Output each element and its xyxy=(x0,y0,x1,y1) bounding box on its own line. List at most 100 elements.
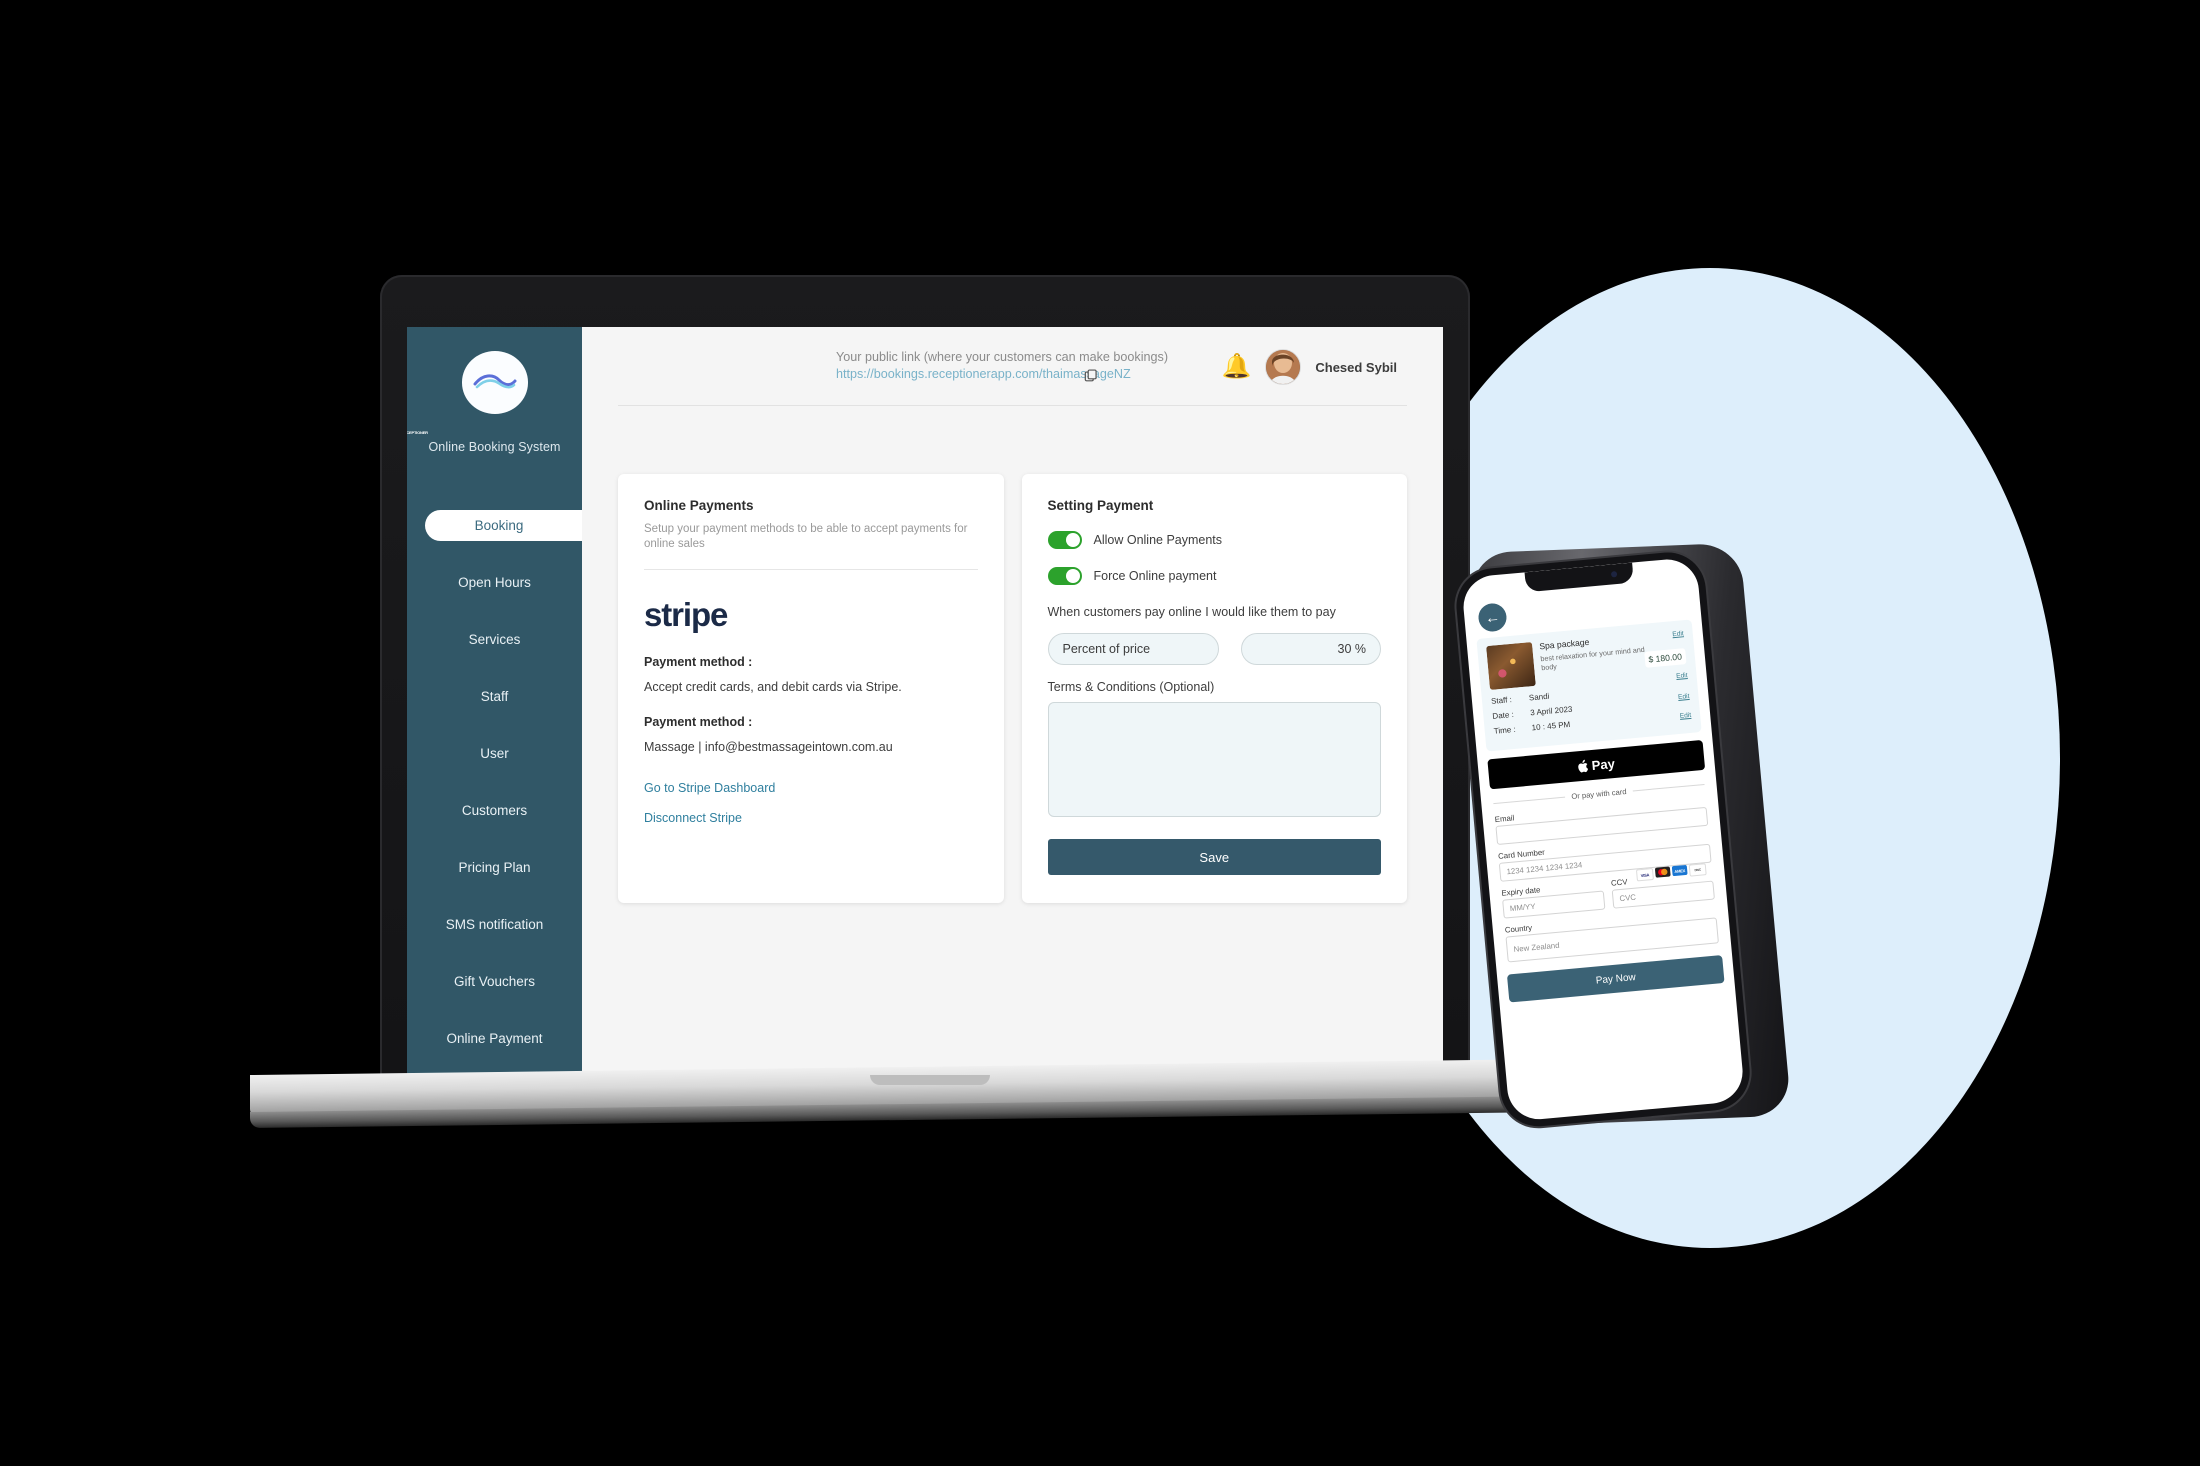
sidebar-item-label: SMS notification xyxy=(445,917,544,932)
visa-icon: VISA xyxy=(1635,867,1654,882)
avatar-image xyxy=(1266,350,1301,384)
edit-service-link[interactable]: Edit xyxy=(1672,630,1684,638)
terms-textarea[interactable] xyxy=(1047,702,1381,817)
topbar-right: 🔔 Chesed Sybil xyxy=(1221,349,1397,385)
sidebar-item-label: Gift Vouchers xyxy=(453,974,536,989)
sidebar-item-pricing-plan[interactable]: Pricing Plan xyxy=(407,852,582,883)
payment-method-value-1: Accept credit cards, and debit cards via… xyxy=(644,680,902,694)
booking-details: Staff : Sandi Date : 3 April 2023 Time :… xyxy=(1491,679,1692,736)
sidebar-item-label: Online Payment xyxy=(446,1031,543,1046)
pay-type-select[interactable]: Percent of price xyxy=(1047,633,1219,665)
back-arrow-icon[interactable]: ← xyxy=(1477,602,1508,633)
online-payments-card: Online Payments Setup your payment metho… xyxy=(618,474,1004,903)
payment-method-value-2: Massage | info@bestmassageintown.com.au xyxy=(644,740,893,754)
phone-screen: ← Spa package best relaxation for your m… xyxy=(1460,556,1746,1122)
card-number-placeholder: 1234 1234 1234 1234 xyxy=(1506,860,1583,877)
sidebar-item-label: Open Hours xyxy=(458,575,531,590)
force-online-payment-toggle[interactable] xyxy=(1047,567,1082,585)
app-sidebar: RECEPTIONER Online Booking System Bookin… xyxy=(407,327,583,1080)
app-main: Your public link (where your customers c… xyxy=(582,327,1443,1080)
amex-icon: AMEX xyxy=(1671,864,1688,877)
payment-hint: When customers pay online I would like t… xyxy=(1047,605,1336,619)
bell-icon[interactable]: 🔔 xyxy=(1221,355,1251,379)
date-value: 3 April 2023 xyxy=(1529,704,1573,718)
service-text-block: Spa package best relaxation for your min… xyxy=(1539,632,1651,686)
avatar[interactable] xyxy=(1265,349,1302,385)
sidebar-item-label: Booking xyxy=(474,518,524,533)
apple-pay-label: Pay xyxy=(1591,755,1616,773)
public-link-url[interactable]: https://bookings.receptionerapp.com/thai… xyxy=(836,366,1168,383)
mastercard-icon xyxy=(1654,866,1671,878)
pay-now-button[interactable]: Pay Now xyxy=(1506,955,1725,1003)
public-link-label: Your public link (where your customers c… xyxy=(836,350,1169,364)
edit-date-link[interactable]: Edit xyxy=(1678,693,1690,701)
stripe-logo: stripe xyxy=(644,596,728,633)
card-title: Setting Payment xyxy=(1047,498,1154,513)
phone-mockup: ← Spa package best relaxation for your m… xyxy=(1453,542,1792,1130)
divider xyxy=(644,569,978,570)
sidebar-item-services[interactable]: Services xyxy=(407,624,582,655)
laptop-screen: RECEPTIONER Online Booking System Bookin… xyxy=(407,327,1443,1080)
sidebar-item-label: User xyxy=(480,746,509,761)
sidebar-item-label: Pricing Plan xyxy=(458,860,531,875)
sidebar-item-sms-notification[interactable]: SMS notification xyxy=(407,909,582,940)
wave-logo-icon xyxy=(473,374,516,389)
links-row: Go to Stripe Dashboard Disconnect Stripe xyxy=(644,781,978,825)
discover-icon: DISC xyxy=(1688,863,1707,877)
sidebar-item-label: Customers xyxy=(461,803,528,818)
brand-subtitle: Online Booking System xyxy=(428,440,561,454)
laptop-mockup: RECEPTIONER Online Booking System Bookin… xyxy=(250,275,1598,1175)
laptop-trackpad-notch xyxy=(870,1075,990,1085)
user-name: Chesed Sybil xyxy=(1315,359,1397,375)
allow-online-payments-row: Allow Online Payments xyxy=(1047,531,1382,549)
toggle-knob xyxy=(1065,533,1080,547)
payment-method-label-1: Payment method : xyxy=(644,655,753,669)
edit-time-link[interactable]: Edit xyxy=(1680,712,1692,720)
sidebar-item-online-payment[interactable]: Online Payment xyxy=(407,1023,582,1054)
terms-label: Terms & Conditions (Optional) xyxy=(1047,680,1215,694)
sidebar-item-user[interactable]: User xyxy=(407,738,582,769)
apple-icon xyxy=(1578,759,1589,772)
card-title: Online Payments xyxy=(644,498,754,513)
mastercard-circles-icon xyxy=(1658,868,1668,876)
sidebar-item-customers[interactable]: Customers xyxy=(407,795,582,826)
public-link-block: Your public link (where your customers c… xyxy=(836,349,1168,383)
sidebar-item-label: Services xyxy=(468,632,521,647)
copy-icon[interactable] xyxy=(1084,369,1098,383)
brand-title: RECEPTIONER xyxy=(407,429,428,435)
toggle-label: Allow Online Payments xyxy=(1093,533,1223,547)
sidebar-item-label: Staff xyxy=(480,689,509,704)
payment-method-label-2: Payment method : xyxy=(644,715,753,729)
go-to-stripe-dashboard-link[interactable]: Go to Stripe Dashboard xyxy=(644,781,978,795)
phone-notch xyxy=(1524,562,1634,593)
staff-value: Sandi xyxy=(1528,691,1550,703)
booking-summary-card: Spa package best relaxation for your min… xyxy=(1476,619,1702,752)
phone-frame: ← Spa package best relaxation for your m… xyxy=(1453,549,1753,1130)
allow-online-payments-toggle[interactable] xyxy=(1047,531,1082,549)
cards-container: Online Payments Setup your payment metho… xyxy=(618,474,1407,903)
setting-payment-card: Setting Payment Allow Online Payments Fo… xyxy=(1021,474,1407,903)
pay-amount-input[interactable]: 30 % xyxy=(1240,633,1381,665)
sidebar-item-booking[interactable]: Booking xyxy=(425,510,583,541)
sidebar-item-open-hours[interactable]: Open Hours xyxy=(407,567,582,598)
time-value: 10 : 45 PM xyxy=(1531,719,1571,733)
sidebar-nav: Booking Open Hours Services Staff User C… xyxy=(407,510,583,1080)
time-label: Time : xyxy=(1493,724,1517,736)
toggle-label: Force Online payment xyxy=(1093,569,1217,583)
staff-label: Staff : xyxy=(1490,695,1513,706)
brand-logo xyxy=(461,351,528,414)
or-pay-label: Or pay with card xyxy=(1571,787,1627,802)
sidebar-item-staff[interactable]: Staff xyxy=(407,681,582,712)
disconnect-stripe-link[interactable]: Disconnect Stripe xyxy=(644,811,978,825)
payment-fields-row: Percent of price 30 % xyxy=(1047,633,1381,665)
service-thumbnail xyxy=(1486,641,1536,690)
sidebar-item-gift-vouchers[interactable]: Gift Vouchers xyxy=(407,966,582,997)
save-button[interactable]: Save xyxy=(1047,839,1381,875)
force-online-payment-row: Force Online payment xyxy=(1047,567,1382,585)
toggle-knob xyxy=(1065,569,1080,583)
laptop-lid: RECEPTIONER Online Booking System Bookin… xyxy=(380,275,1470,1080)
front-camera-icon xyxy=(1610,571,1618,578)
edit-staff-link[interactable]: Edit xyxy=(1676,672,1688,680)
card-description: Setup your payment methods to be able to… xyxy=(644,523,968,550)
topbar: Your public link (where your customers c… xyxy=(618,327,1407,406)
